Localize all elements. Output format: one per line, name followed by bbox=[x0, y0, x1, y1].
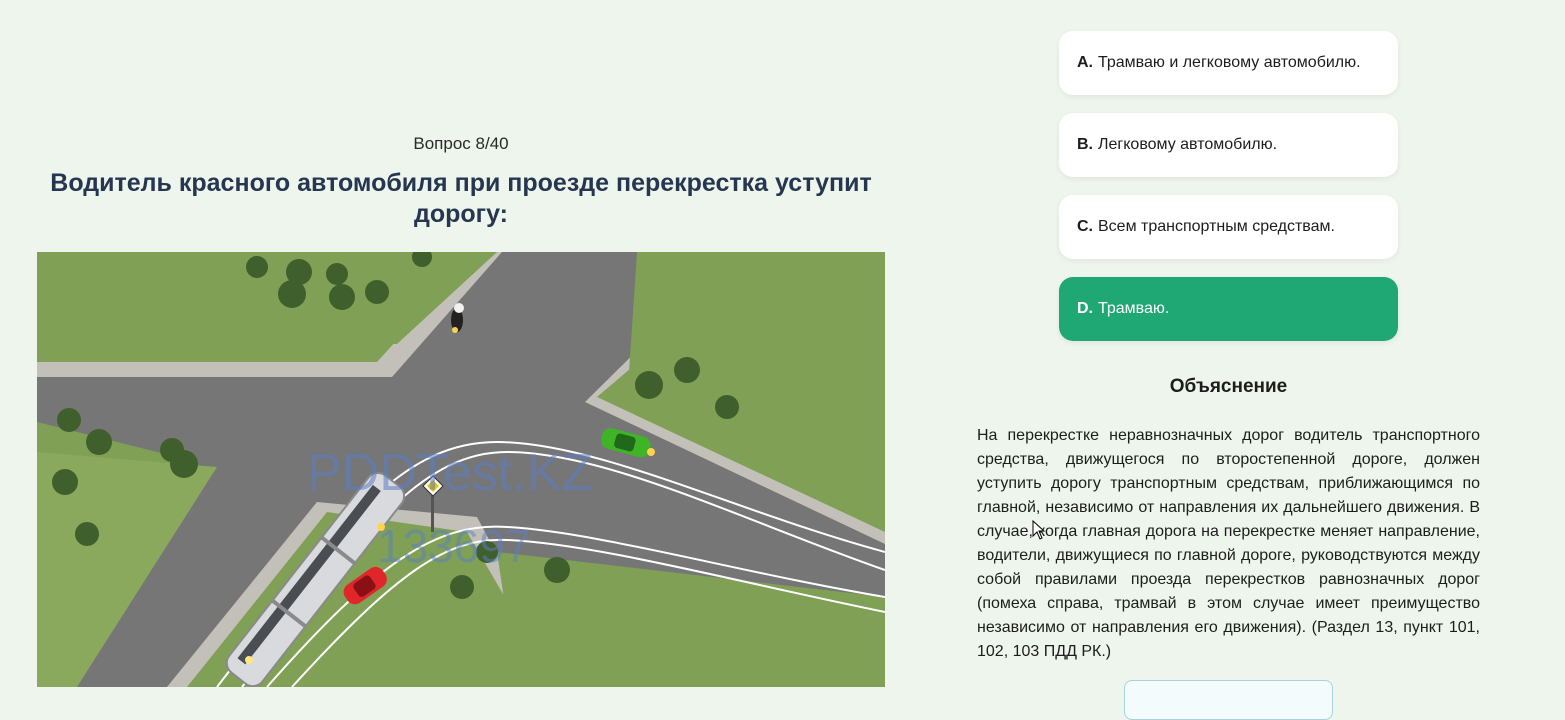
answer-option-d[interactable]: D. Трамваю. bbox=[1059, 277, 1398, 341]
watermark-text: PDDTest.KZ bbox=[307, 444, 593, 502]
mouse-cursor-icon bbox=[1032, 520, 1046, 540]
answer-text: Трамваю и легковому автомобилю. bbox=[1098, 54, 1361, 71]
answer-letter: B. bbox=[1077, 136, 1093, 153]
answer-text: Всем транспортным средствам. bbox=[1098, 218, 1335, 235]
answer-text: Легковому автомобилю. bbox=[1098, 136, 1278, 153]
answer-list: A. Трамваю и легковому автомобилю. B. Ле… bbox=[1059, 31, 1398, 359]
answer-option-c[interactable]: C. Всем транспортным средствам. bbox=[1059, 195, 1398, 259]
next-button[interactable] bbox=[1124, 680, 1333, 720]
question-title: Водитель красного автомобиля при проезде… bbox=[50, 169, 872, 228]
answer-letter: D. bbox=[1077, 300, 1093, 317]
answer-option-a[interactable]: A. Трамваю и легковому автомобилю. bbox=[1059, 31, 1398, 95]
answer-option-b[interactable]: B. Легковому автомобилю. bbox=[1059, 113, 1398, 177]
intersection-scene: PDDTest.KZ 133697 bbox=[37, 252, 885, 687]
question-counter: Вопрос 8/40 bbox=[413, 134, 509, 153]
explanation-heading: Объяснение bbox=[1169, 376, 1288, 397]
answer-text: Трамваю. bbox=[1098, 300, 1170, 317]
answer-letter: A. bbox=[1077, 54, 1093, 71]
question-illustration: PDDTest.KZ 133697 bbox=[37, 252, 885, 687]
watermark-code: 133697 bbox=[377, 520, 531, 572]
explanation-text: На перекрестке неравнозначных дорог води… bbox=[977, 427, 1480, 660]
answer-letter: C. bbox=[1077, 218, 1093, 235]
